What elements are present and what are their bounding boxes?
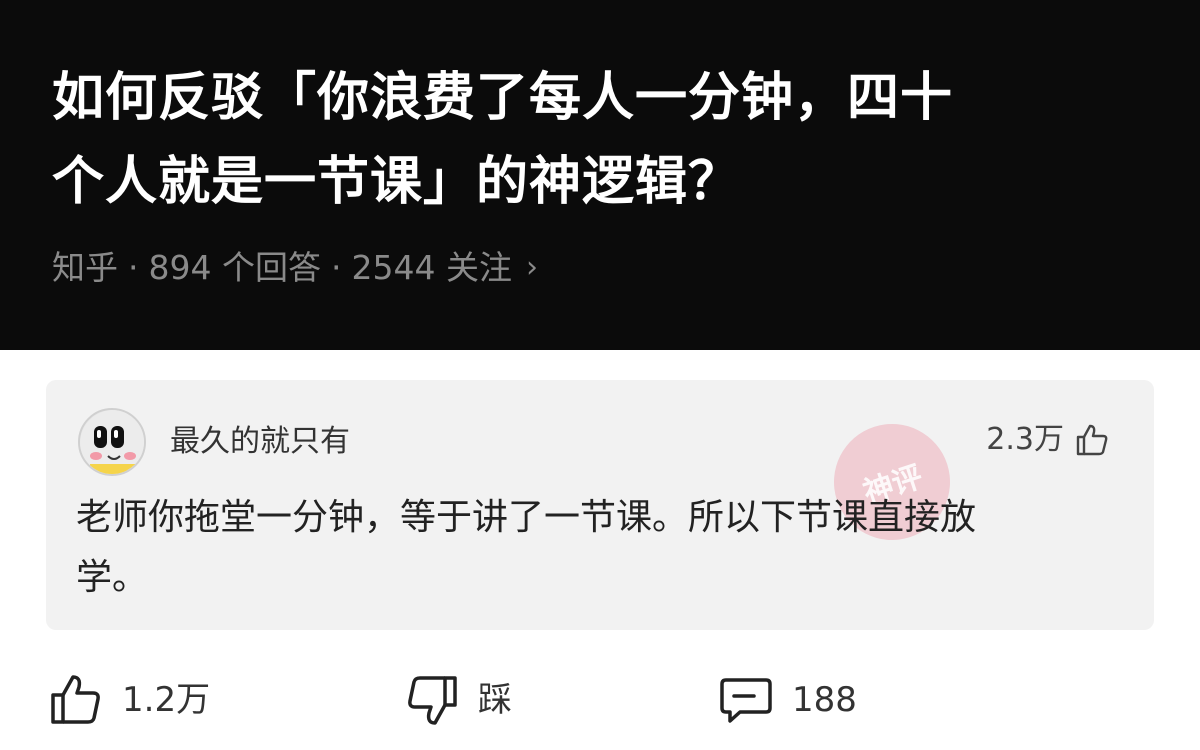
avatar-face-icon [80, 410, 144, 474]
comment-icon [720, 678, 772, 723]
question-title-line1: 如何反驳「你浪费了每人一分钟，四十 [52, 68, 954, 128]
action-bar: 1.2万 踩 188 [0, 660, 1200, 740]
upvote-button[interactable]: 1.2万 [48, 672, 210, 728]
chevron-right-icon[interactable]: › [526, 246, 538, 290]
follower-count: 2544 关注 [351, 248, 512, 287]
answer-count: 894 个回答 [148, 248, 321, 287]
comment-count: 188 [792, 680, 857, 720]
question-title-line2: 个人就是一节课」的神逻辑？ [52, 152, 742, 212]
comment-button[interactable]: 188 [718, 672, 857, 728]
answer-like-count: 2.3万 [986, 422, 1064, 457]
downvote-label: 踩 [478, 680, 512, 720]
answer-text-line1: 老师你拖堂一分钟，等于讲了一节课。所以下节课直接放 [76, 497, 977, 538]
answer-text-line2: 学。 [76, 557, 149, 598]
answer-card[interactable]: 最久的就只有 神评 2.3万 老师你拖堂一分钟，等于讲了一节课。所以下节课直接放… [46, 380, 1154, 630]
answer-text: 老师你拖堂一分钟，等于讲了一节课。所以下节课直接放 学。 [76, 488, 1136, 608]
author-name[interactable]: 最久的就只有 [170, 424, 350, 460]
question-header: 如何反驳「你浪费了每人一分钟，四十 个人就是一节课」的神逻辑？ 知乎 · 894… [0, 0, 1200, 350]
separator-dot: · [128, 248, 139, 287]
separator-dot: · [330, 248, 342, 287]
thumbs-up-icon [51, 675, 100, 724]
upvote-count: 1.2万 [122, 680, 211, 720]
thumbs-down-icon [408, 676, 457, 725]
question-meta[interactable]: 知乎 · 894 个回答 · 2544 关注 › [52, 246, 538, 290]
answer-like-button[interactable]: 2.3万 [986, 422, 1110, 458]
source-label: 知乎 [52, 248, 118, 287]
avatar[interactable] [78, 408, 146, 476]
thumbs-up-icon [1076, 424, 1108, 456]
question-title[interactable]: 如何反驳「你浪费了每人一分钟，四十 个人就是一节课」的神逻辑？ [52, 56, 1152, 224]
downvote-button[interactable]: 踩 [404, 672, 512, 728]
